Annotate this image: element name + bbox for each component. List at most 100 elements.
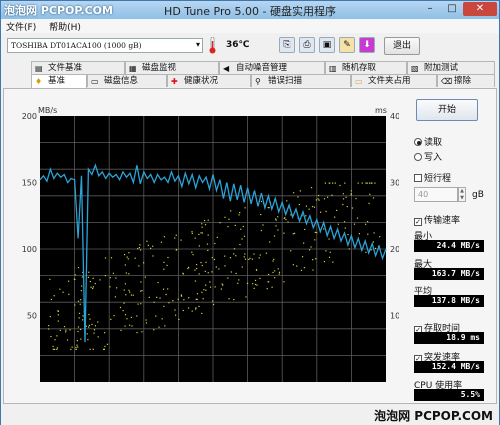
access-time-point [194, 269, 196, 271]
close-button[interactable]: ✕ [463, 2, 497, 16]
access-time-point [207, 219, 209, 221]
menu-help[interactable]: 帮助(H) [44, 19, 86, 34]
access-time-point [116, 287, 118, 289]
access-time-point [203, 219, 206, 222]
tab-aam[interactable]: ◀ 自动噪音管理 [219, 61, 325, 74]
access-time-point [77, 300, 80, 302]
drive-select[interactable]: TOSHIBA DT01ACA100 (1000 gB) ▾ [7, 38, 203, 53]
access-time-point [207, 272, 209, 274]
access-time-point [87, 339, 89, 341]
minimize-button[interactable]: – [419, 2, 441, 16]
access-time-point [140, 281, 142, 283]
copy-screenshot-icon[interactable]: ⎙ [299, 37, 315, 53]
access-time-point [344, 182, 346, 184]
access-time-point [235, 272, 237, 275]
tab-benchmark[interactable]: ♦ 基准 [31, 74, 87, 88]
options-icon[interactable]: ✎ [339, 37, 355, 53]
access-time-point [81, 276, 84, 278]
access-time-point [155, 315, 157, 317]
access-time-point [152, 245, 154, 247]
menu-file[interactable]: 文件(F) [1, 19, 41, 34]
access-time-point [93, 329, 96, 331]
access-time-point [110, 318, 112, 321]
access-time-point [79, 328, 82, 331]
access-time-point [93, 332, 95, 334]
access-time-point [74, 274, 76, 276]
download-icon[interactable]: ⬇ [359, 37, 375, 53]
access-time-point [94, 325, 97, 327]
short-stroke-checkbox[interactable]: 短行程 [414, 171, 451, 184]
checkbox-unchecked-icon [414, 174, 422, 182]
tab-erase[interactable]: ⌫ 擦除 [437, 74, 495, 87]
right-axis-tick-label: 20 [390, 245, 399, 254]
access-time-point [159, 297, 161, 299]
access-time-point [79, 303, 81, 305]
tab-label: 基准 [48, 76, 66, 86]
tab-label: 文件夹占用 [368, 76, 411, 86]
access-time-point [201, 264, 203, 267]
access-time-point [310, 246, 312, 248]
access-time-point [49, 278, 51, 281]
access-time-point [80, 290, 82, 292]
gb-unit-label: gB [472, 190, 484, 200]
access-time-point [245, 296, 247, 298]
access-time-point [222, 284, 224, 286]
save-icon[interactable]: ▣ [319, 37, 335, 53]
access-time-point [174, 309, 176, 311]
access-time-point [320, 211, 322, 213]
access-time-point [374, 247, 377, 250]
transfer-rate-checkbox[interactable]: ✓ 传输速率 [414, 213, 460, 226]
access-time-point [215, 266, 217, 268]
access-time-point [183, 299, 185, 301]
tab-random-access[interactable]: ▥ 随机存取 [325, 61, 407, 74]
tab-error-scan[interactable]: ⚲ 错误扫描 [251, 74, 351, 87]
access-time-point [249, 257, 251, 259]
access-time-point [214, 286, 216, 288]
benchmark-panel: MB/s ms 200 150 100 50 40 30 20 10 开始 读取 写入 短行程… [3, 88, 497, 404]
access-time-point [148, 296, 150, 299]
write-radio[interactable]: 写入 [414, 150, 442, 163]
left-axis-tick-label: 150 [22, 179, 37, 188]
access-time-point [304, 228, 306, 231]
access-time-point [112, 272, 115, 274]
access-time-point [202, 298, 204, 300]
access-time-point [229, 257, 232, 259]
access-time-point [230, 210, 232, 212]
short-stroke-input[interactable]: 40 [414, 187, 458, 202]
access-time-point [240, 228, 242, 230]
maximize-button[interactable]: □ [441, 2, 463, 16]
access-time-point [350, 193, 352, 195]
start-button[interactable]: 开始 [416, 99, 478, 121]
access-time-point [195, 263, 198, 266]
access-time-point [242, 225, 244, 228]
access-time-point [113, 315, 115, 317]
tab-extra-tests[interactable]: ▧ 附加测试 [407, 61, 495, 74]
access-time-point [267, 207, 269, 209]
exit-button[interactable]: 退出 [384, 37, 420, 55]
read-radio[interactable]: 读取 [414, 135, 442, 148]
access-time-point [233, 298, 235, 301]
copy-info-icon[interactable]: ⎘ [279, 37, 295, 53]
app-window: 泡泡网 PCPOP.COM HD Tune Pro 5.00 - 硬盘实用程序 … [0, 0, 500, 425]
magnifier-icon: ⚲ [255, 77, 261, 86]
tab-disk-info[interactable]: ▭ 磁盘信息 [87, 74, 167, 87]
access-time-point [269, 241, 271, 243]
tab-folder-usage[interactable]: ▭ 文件夹占用 [351, 74, 437, 87]
access-time-point [372, 241, 375, 243]
access-time-point [76, 344, 78, 346]
access-time-point [163, 236, 166, 238]
access-time-point [329, 251, 331, 253]
access-time-point [57, 310, 59, 312]
tab-disk-monitor[interactable]: ▦ 磁盘监视 [125, 61, 219, 74]
access-time-point [57, 314, 60, 316]
access-time-point [76, 340, 78, 342]
access-time-point [367, 221, 369, 223]
access-time-point [283, 217, 285, 219]
tab-health[interactable]: ✚ 健康状况 [167, 74, 251, 87]
watermark-bottom: 泡泡网 PCPOP.COM [374, 409, 493, 423]
stepper-arrows-icon[interactable]: ▲ ▼ [458, 187, 466, 202]
tab-bar: ▤ 文件基准 ▦ 磁盘监视 ◀ 自动噪音管理 ▥ 随机存取 ▧ 附加测试 ♦ 基准 ▭ 磁盘信… [1, 61, 499, 89]
access-time-point [274, 270, 276, 272]
access-time-point [259, 254, 261, 256]
tab-file-benchmark[interactable]: ▤ 文件基准 [31, 61, 125, 74]
